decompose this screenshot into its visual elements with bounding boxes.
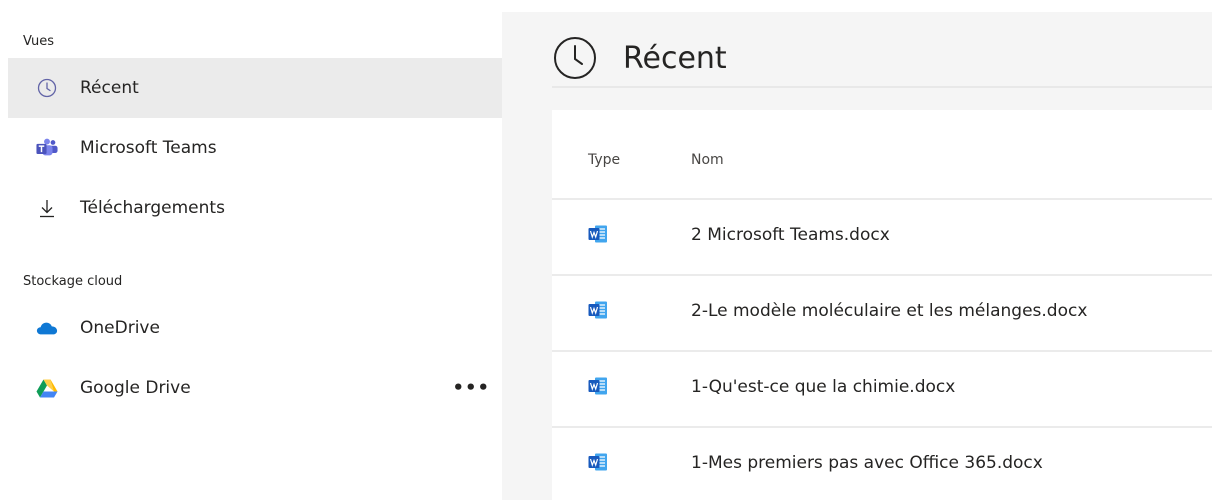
column-header-type[interactable]: Type — [588, 152, 620, 168]
word-icon — [588, 224, 608, 244]
word-icon — [588, 452, 608, 472]
sidebar-item-google-drive[interactable]: Google Drive ••• — [8, 358, 502, 418]
sidebar-item-downloads[interactable]: Téléchargements — [8, 178, 502, 238]
sidebar-item-label: Récent — [80, 78, 139, 98]
file-name: 1-Qu'est-ce que la chimie.docx — [691, 377, 956, 397]
clock-icon — [36, 77, 58, 99]
sidebar-item-label: Téléchargements — [80, 198, 225, 218]
file-row[interactable]: 2 Microsoft Teams.docx — [552, 198, 1212, 276]
sidebar: Vues Récent Microsoft Teams Téléchargeme… — [0, 0, 502, 500]
google-drive-icon — [36, 377, 58, 399]
file-name: 2 Microsoft Teams.docx — [691, 225, 890, 245]
cloud-section-label: Stockage cloud — [23, 274, 123, 289]
sidebar-item-label: OneDrive — [80, 318, 160, 338]
main-content: Récent Type Nom 2 Microsoft Teams.docx 2… — [502, 12, 1212, 500]
file-row[interactable]: 1-Qu'est-ce que la chimie.docx — [552, 350, 1212, 428]
onedrive-icon — [36, 317, 58, 339]
sidebar-item-recent[interactable]: Récent — [8, 58, 502, 118]
column-header-name[interactable]: Nom — [691, 152, 724, 168]
file-row[interactable]: 2-Le modèle moléculaire et les mélanges.… — [552, 274, 1212, 352]
page-header: Récent — [552, 30, 1212, 88]
sidebar-item-microsoft-teams[interactable]: Microsoft Teams — [8, 118, 502, 178]
sidebar-item-label: Microsoft Teams — [80, 138, 217, 158]
file-name: 1-Mes premiers pas avec Office 365.docx — [691, 453, 1043, 473]
file-list: Type Nom 2 Microsoft Teams.docx 2-Le mod… — [552, 110, 1212, 500]
file-list-header: Type Nom — [552, 110, 1212, 200]
word-icon — [588, 376, 608, 396]
sidebar-item-label: Google Drive — [80, 378, 191, 398]
download-icon — [36, 197, 58, 219]
sidebar-item-onedrive[interactable]: OneDrive — [8, 298, 502, 358]
file-row[interactable]: 1-Mes premiers pas avec Office 365.docx — [552, 426, 1212, 502]
word-icon — [588, 300, 608, 320]
teams-icon — [36, 137, 58, 159]
views-section-label: Vues — [23, 34, 55, 49]
file-name: 2-Le modèle moléculaire et les mélanges.… — [691, 301, 1088, 321]
more-options-button[interactable]: ••• — [452, 378, 490, 399]
page-title: Récent — [623, 40, 727, 76]
clock-icon — [552, 35, 598, 81]
